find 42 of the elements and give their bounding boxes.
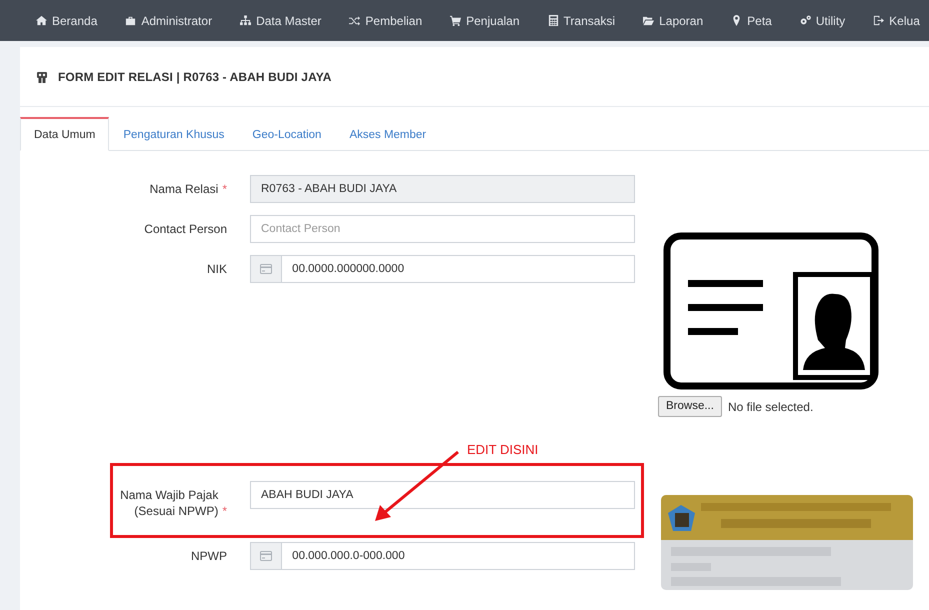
- cart-icon: [450, 15, 462, 26]
- gears-icon: [800, 15, 811, 26]
- nav-link[interactable]: Pembelian: [349, 12, 422, 30]
- card-icon: [260, 264, 272, 274]
- text-field[interactable]: 00.0000.000000.0000: [281, 255, 635, 283]
- page-title: FORM EDIT RELASI | R0763 - ABAH BUDI JAYA: [58, 68, 332, 86]
- file-status: No file selected.: [728, 398, 814, 416]
- calculator-icon: [548, 15, 559, 26]
- nav-link[interactable]: Laporan: [643, 12, 704, 30]
- text-field[interactable]: ABAH BUDI JAYA: [250, 481, 635, 509]
- nav-link[interactable]: Peta: [731, 12, 772, 30]
- nav-link[interactable]: Penjualan: [450, 12, 520, 30]
- field-label: NIK: [206, 261, 227, 277]
- annotation-text: EDIT DISINI: [467, 441, 538, 459]
- text-field[interactable]: Contact Person: [250, 215, 635, 243]
- home-icon: [36, 15, 47, 26]
- folder-icon: [643, 15, 654, 26]
- briefcase-icon: [125, 15, 136, 26]
- nav-link[interactable]: Kelua: [873, 12, 920, 30]
- nav-link[interactable]: Transaksi: [548, 12, 616, 30]
- group-icon: [36, 70, 48, 82]
- nav-link[interactable]: Data Master: [240, 12, 322, 30]
- tab[interactable]: Pengaturan Khusus: [109, 117, 238, 151]
- tab[interactable]: Akses Member: [335, 117, 440, 151]
- required-asterisk: *: [222, 503, 227, 519]
- nav-link[interactable]: Beranda: [36, 12, 98, 30]
- pin-icon: [731, 15, 742, 26]
- field-label: Nama Wajib Pajak (Sesuai NPWP): [119, 487, 218, 519]
- card-icon: [260, 551, 272, 561]
- field-label: Contact Person: [144, 221, 227, 237]
- tab[interactable]: Data Umum: [20, 117, 110, 151]
- required-asterisk: *: [222, 181, 227, 197]
- logout-icon: [873, 15, 884, 26]
- nav-link[interactable]: Utility: [800, 12, 846, 30]
- sitemap-icon: [240, 15, 252, 26]
- field-label: NPWP: [191, 548, 227, 564]
- nav-link[interactable]: Administrator: [125, 12, 212, 30]
- text-field[interactable]: 00.000.000.0-000.000: [281, 542, 635, 570]
- browse-button[interactable]: Browse...: [658, 396, 722, 418]
- field-label: Nama Relasi: [150, 181, 218, 197]
- shuffle-icon: [349, 15, 360, 26]
- tab[interactable]: Geo-Location: [238, 117, 336, 151]
